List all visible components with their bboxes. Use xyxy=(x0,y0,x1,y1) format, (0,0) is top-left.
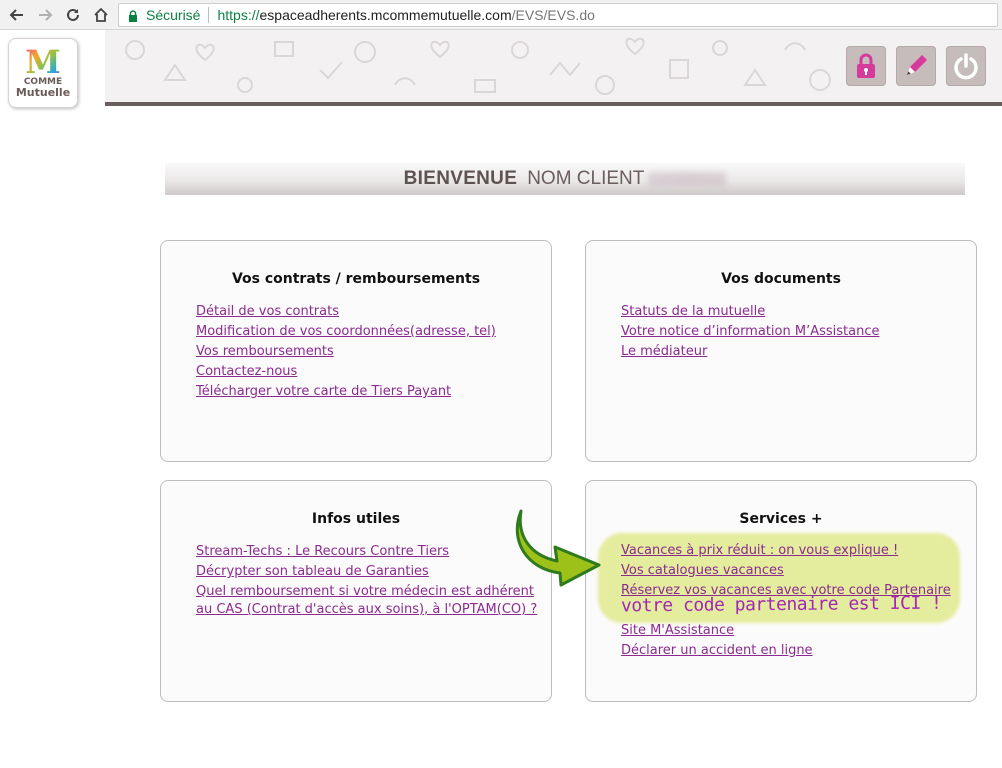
pen-icon xyxy=(907,55,927,75)
list-item: Contactez-nous xyxy=(196,362,496,382)
link-assistance-site[interactable]: Site M'Assistance xyxy=(621,623,734,638)
list-item: Modification de vos coordonnées(adresse,… xyxy=(196,322,496,342)
url-path: /EVS/EVS.do xyxy=(511,7,595,23)
link-assistance-notice[interactable]: Votre notice d’information M’Assistance xyxy=(621,324,879,339)
forward-button[interactable] xyxy=(34,4,56,26)
link-list: Statuts de la mutuelle Votre notice d’in… xyxy=(621,302,879,362)
card-title: Vos documents xyxy=(721,271,841,287)
link-statutes[interactable]: Statuts de la mutuelle xyxy=(621,304,765,319)
link-download-card[interactable]: Télécharger votre carte de Tiers Payant xyxy=(196,384,451,399)
card-contracts: Vos contrats / remboursements Détail de … xyxy=(160,240,552,462)
list-item: Quel remboursement si votre médecin est … xyxy=(196,584,537,600)
list-item: Le médiateur xyxy=(621,342,879,362)
url-scheme: https:// xyxy=(217,7,260,23)
handwritten-annotation: votre code partenaire est ICI ! xyxy=(620,592,942,617)
link-doctor-reimbursement[interactable]: Quel remboursement si votre médecin est … xyxy=(196,584,534,599)
browser-toolbar: Sécurisé https://espaceadherents.mcommem… xyxy=(0,0,1002,30)
card-useful-info: Infos utiles Stream-Techs : Le Recours C… xyxy=(160,480,552,702)
url-host: espaceadherents.mcommemutuelle.com xyxy=(259,7,512,23)
link-guarantees-table[interactable]: Décrypter son tableau de Garanties xyxy=(196,564,429,579)
site-logo[interactable]: M COMME Mutuelle xyxy=(8,38,78,108)
list-item: Votre notice d’information M’Assistance xyxy=(621,322,879,342)
link-holiday-catalogues[interactable]: Vos catalogues vacances xyxy=(621,563,784,578)
list-item: Stream-Techs : Le Recours Contre Tiers xyxy=(196,542,537,562)
client-name: NOM CLIENT xyxy=(527,168,645,189)
list-item: Vos remboursements xyxy=(196,342,496,362)
link-recourse[interactable]: Stream-Techs : Le Recours Contre Tiers xyxy=(196,544,449,559)
secure-label: Sécurisé xyxy=(146,7,201,23)
list-item: Déclarer un accident en ligne xyxy=(621,641,951,661)
list-item: Vos catalogues vacances xyxy=(621,561,951,581)
card-documents: Vos documents Statuts de la mutuelle Vot… xyxy=(585,240,977,462)
padlock-icon xyxy=(128,9,138,22)
link-contact-us[interactable]: Contactez-nous xyxy=(196,364,297,379)
list-item: Statuts de la mutuelle xyxy=(621,302,879,322)
list-item: Détail de vos contrats xyxy=(196,302,496,322)
client-name-blur xyxy=(648,172,727,186)
omnibox-separator xyxy=(208,7,210,23)
link-discount-holidays[interactable]: Vacances à prix réduit : on vous expliqu… xyxy=(621,543,898,558)
card-title: Vos contrats / remboursements xyxy=(231,271,481,287)
arrow-right-icon xyxy=(39,9,53,21)
home-button[interactable] xyxy=(90,4,112,26)
curved-arrow-icon xyxy=(515,509,601,587)
edit-button[interactable] xyxy=(896,46,936,86)
logo-line2: Mutuelle xyxy=(15,86,71,99)
link-list: Stream-Techs : Le Recours Contre Tiers D… xyxy=(196,542,537,618)
home-icon xyxy=(94,7,108,22)
list-item: Vacances à prix réduit : on vous expliqu… xyxy=(621,541,951,561)
address-bar[interactable]: Sécurisé https://espaceadherents.mcommem… xyxy=(118,3,998,27)
card-title: Infos utiles xyxy=(311,511,401,527)
link-edit-contact-details[interactable]: Modification de vos coordonnées(adresse,… xyxy=(196,324,496,339)
link-mediator[interactable]: Le médiateur xyxy=(621,344,707,359)
welcome-title: BIENVENUE xyxy=(403,168,518,189)
list-item: Site M'Assistance xyxy=(621,621,951,641)
lock-button[interactable] xyxy=(846,46,886,86)
link-declare-accident[interactable]: Déclarer un accident en ligne xyxy=(621,643,813,658)
power-icon xyxy=(954,53,978,80)
link-list: Détail de vos contrats Modification de v… xyxy=(196,302,496,402)
link-contract-details[interactable]: Détail de vos contrats xyxy=(196,304,339,319)
list-item: Décrypter son tableau de Garanties xyxy=(196,562,537,582)
lock-icon xyxy=(857,53,875,78)
link-reimbursements[interactable]: Vos remboursements xyxy=(196,344,334,359)
list-item: Télécharger votre carte de Tiers Payant xyxy=(196,382,496,402)
logout-button[interactable] xyxy=(946,46,986,86)
reload-button[interactable] xyxy=(62,4,84,26)
arrow-left-icon xyxy=(9,9,23,21)
card-title: Services + xyxy=(739,511,823,527)
reload-icon xyxy=(67,8,79,21)
back-button[interactable] xyxy=(6,4,28,26)
logo-letter: M xyxy=(25,43,61,81)
welcome-bar: BIENVENUE NOM CLIENT xyxy=(165,163,965,195)
list-item: au CAS (Contrat d'accès aux soins), à l'… xyxy=(196,602,537,618)
link-doctor-reimbursement-cont[interactable]: au CAS (Contrat d'accès aux soins), à l'… xyxy=(196,602,537,617)
